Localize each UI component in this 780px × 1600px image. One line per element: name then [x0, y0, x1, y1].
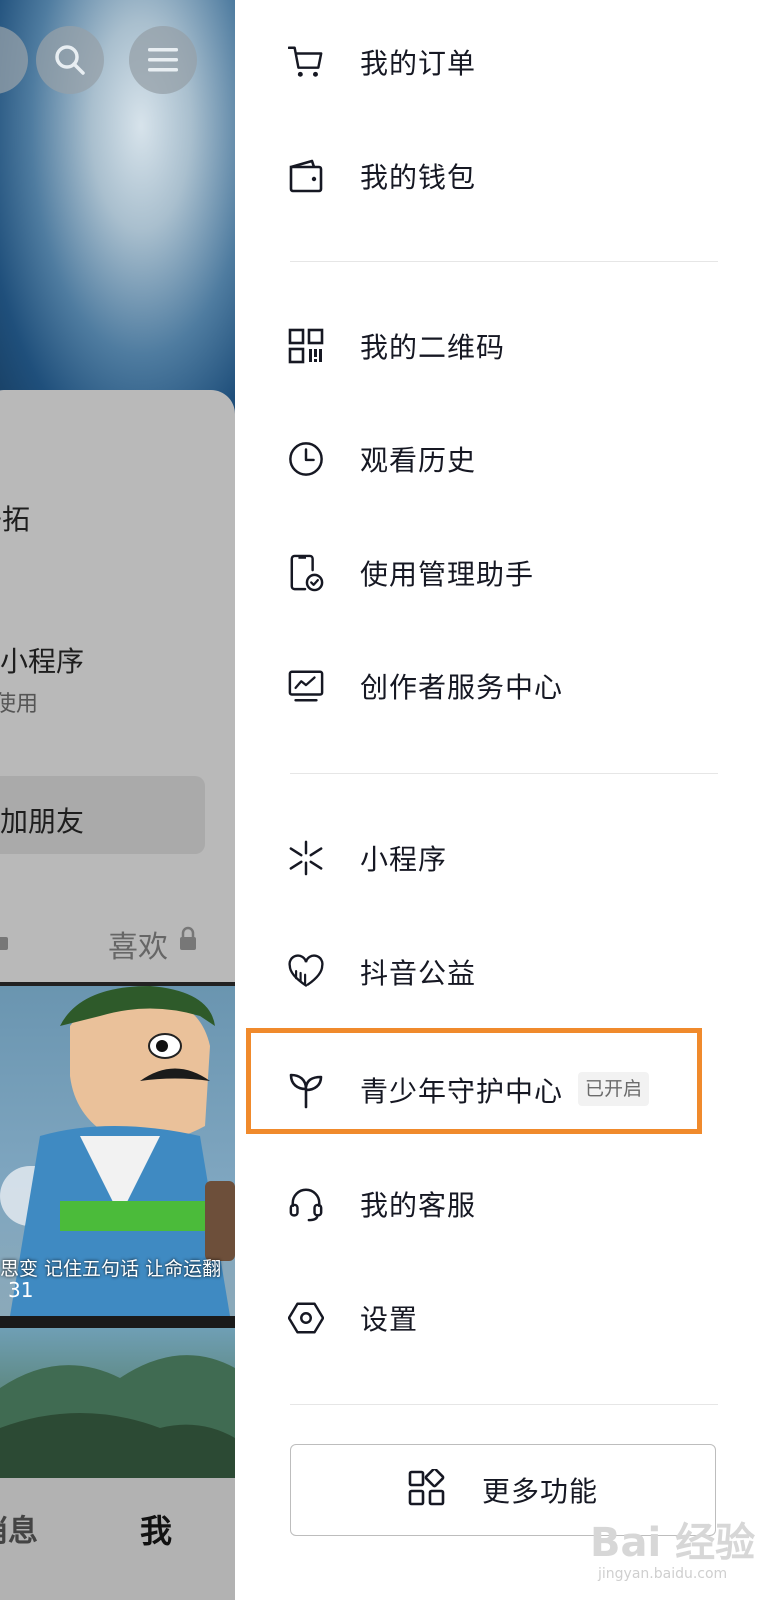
video-thumbnail-2[interactable] [0, 1328, 235, 1478]
bg-text-2: 小程序 [0, 645, 85, 678]
menu-item-settings[interactable]: 设置 [238, 1278, 780, 1358]
menu-item-label: 设置 [360, 1303, 419, 1336]
menu-item-qrcode[interactable]: 我的二维码 [238, 306, 780, 386]
menu-item-customer-service[interactable]: 我的客服 [238, 1164, 780, 1244]
menu-item-label: 青少年守护中心 [360, 1075, 564, 1108]
menu-item-label: 我的客服 [360, 1189, 477, 1222]
menu-item-teen-protection[interactable]: 青少年守护中心 已开启 [238, 1050, 780, 1130]
menu-item-label: 创作者服务中心 [360, 671, 564, 704]
video-caption: 思变 记住五句话 让命运翻 [0, 1258, 222, 1280]
divider [290, 1404, 718, 1405]
divider [0, 1316, 235, 1328]
menu-item-label: 小程序 [360, 843, 448, 876]
search-icon [55, 45, 85, 75]
clock-icon [288, 441, 324, 477]
lock-icon [180, 926, 196, 950]
menu-item-label: 我的订单 [360, 47, 477, 80]
play-count: 31 [8, 1278, 34, 1302]
headset-icon [288, 1186, 324, 1222]
sprout-icon [288, 1072, 324, 1109]
menu-item-creator-center[interactable]: 创作者服务中心 [238, 646, 780, 726]
bottom-tabbar: 消息 我 [0, 1478, 235, 1600]
more-features-label: 更多功能 [481, 1475, 598, 1508]
tab-messages[interactable]: 消息 [0, 1506, 38, 1550]
menu-item-usage-manager[interactable]: 使用管理助手 [238, 533, 780, 613]
watermark-url: jingyan.baidu.com [598, 1566, 728, 1582]
menu-item-label: 抖音公益 [360, 957, 477, 990]
divider [290, 773, 718, 774]
video-thumbnail[interactable]: 思变 记住五句话 让命运翻 31 [0, 986, 235, 1316]
grid-apps-icon [408, 1467, 446, 1511]
cart-icon [288, 44, 324, 80]
mountain-image [0, 1355, 235, 1478]
menu-item-label: 我的钱包 [360, 161, 477, 194]
likes-tab[interactable]: 喜欢 [108, 922, 168, 966]
lock-icon-partial [0, 937, 8, 950]
monitor-chart-icon [288, 668, 324, 704]
bg-text-4: 加朋友 [0, 805, 85, 838]
bg-text-3: 使用 [0, 692, 39, 717]
menu-item-label: 使用管理助手 [360, 558, 535, 591]
search-button[interactable] [36, 26, 104, 94]
qrcode-icon [288, 328, 324, 364]
phone-check-icon [288, 554, 324, 592]
mini-program-icon [288, 840, 324, 876]
menu-item-history[interactable]: 观看历史 [238, 419, 780, 499]
watermark: Bai 经验 [590, 1520, 756, 1566]
hexagon-settings-icon [288, 1300, 324, 1336]
wallet-icon [288, 158, 324, 194]
side-drawer: 我的订单 我的钱包 我的二维码 观看历史 使用管理助手 创作者服务中心 小程序 … [238, 0, 780, 1600]
heart-charity-icon [288, 954, 324, 990]
status-badge: 已开启 [578, 1072, 650, 1106]
menu-item-label: 观看历史 [360, 444, 477, 477]
divider [290, 261, 718, 262]
menu-item-wallet[interactable]: 我的钱包 [238, 136, 780, 216]
menu-button[interactable] [129, 26, 197, 94]
menu-item-charity[interactable]: 抖音公益 [238, 932, 780, 1012]
menu-item-mini-program[interactable]: 小程序 [238, 818, 780, 898]
tab-me[interactable]: 我 [140, 1506, 172, 1552]
hamburger-icon [148, 48, 178, 72]
background-page[interactable]: 开拓 小程序 使用 加朋友 喜欢 思变 记住五句话 让命运翻 31 消息 我 [0, 0, 235, 1600]
bg-text-1: 开拓 [0, 503, 31, 536]
menu-item-orders[interactable]: 我的订单 [238, 22, 780, 102]
menu-item-label: 我的二维码 [360, 331, 506, 364]
